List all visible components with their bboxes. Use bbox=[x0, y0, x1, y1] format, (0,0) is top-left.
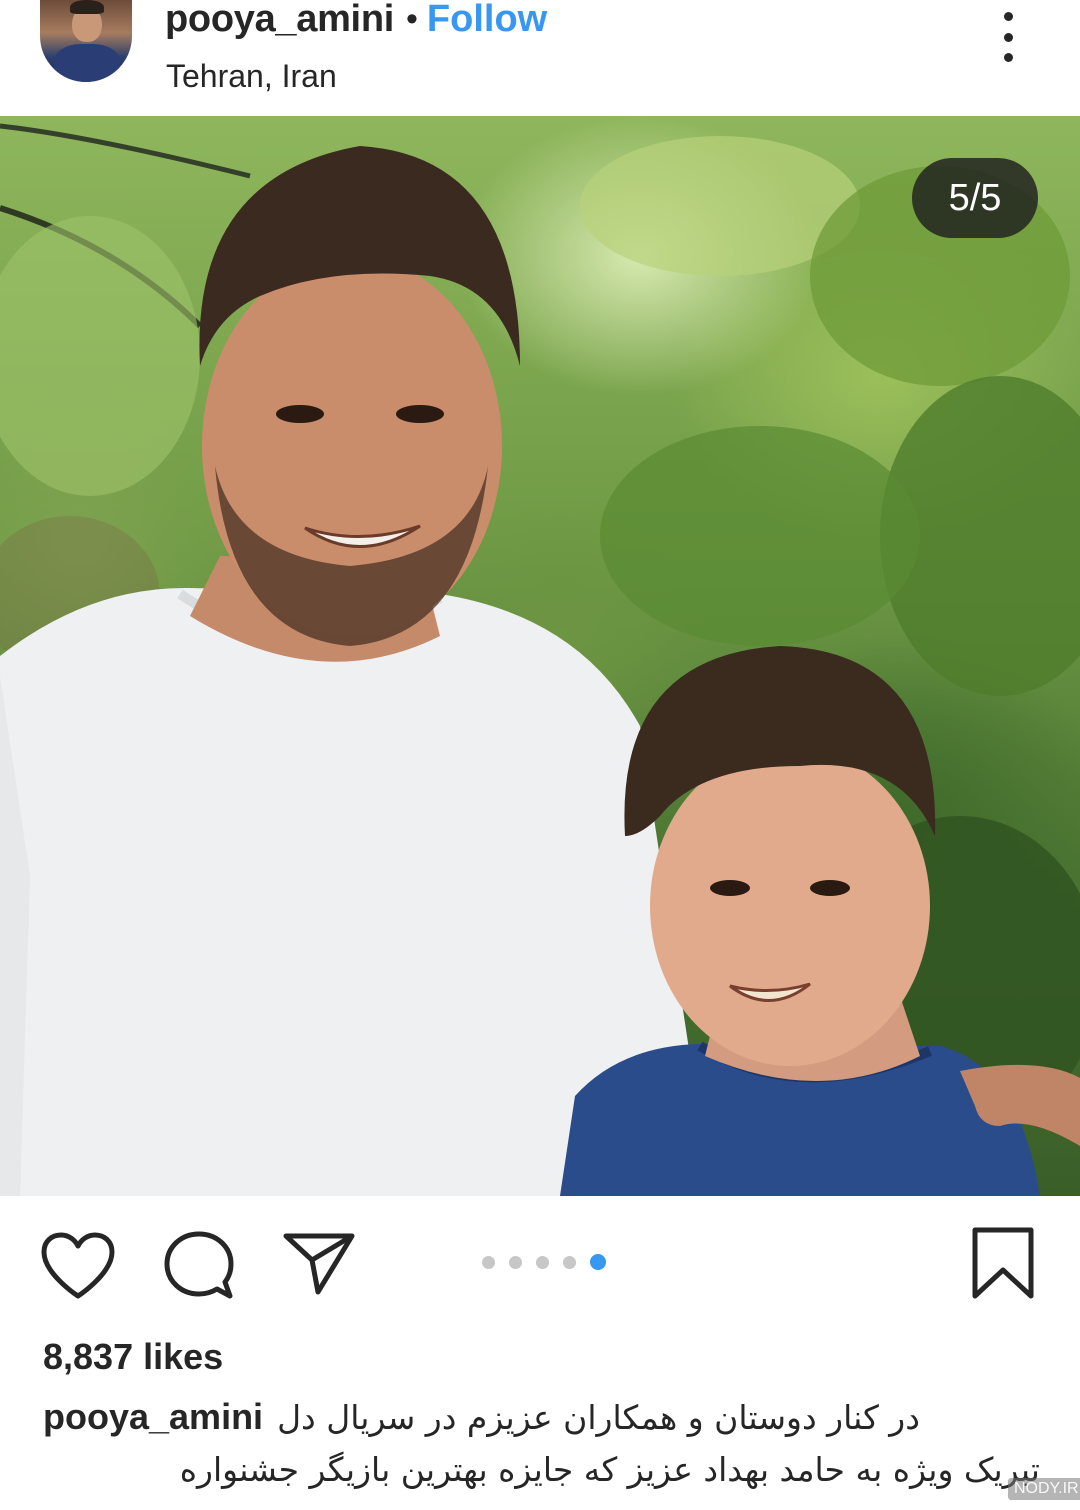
post-photo[interactable]: 5/5 bbox=[0, 116, 1080, 1196]
user-line: pooya_amini • Follow bbox=[165, 0, 547, 44]
avatar-shirt bbox=[54, 44, 120, 82]
boy-eye bbox=[810, 880, 850, 896]
branch bbox=[0, 123, 251, 179]
caption-line-2: تبریک ویژه به حامد بهداد عزیز که جایزه ب… bbox=[179, 1450, 1040, 1489]
foliage bbox=[0, 216, 200, 496]
likes-count[interactable]: 8,837 likes bbox=[43, 1336, 223, 1378]
carousel-dot-active bbox=[590, 1254, 606, 1270]
carousel-dot bbox=[509, 1255, 522, 1269]
caption-username[interactable]: pooya_amini bbox=[43, 1396, 263, 1437]
avatar[interactable] bbox=[40, 0, 132, 82]
avatar-hair bbox=[70, 0, 104, 14]
action-bar bbox=[0, 1196, 1080, 1326]
boy-face bbox=[650, 746, 930, 1066]
heart-icon[interactable] bbox=[40, 1232, 116, 1300]
carousel-dot bbox=[563, 1255, 576, 1269]
boy-eye bbox=[710, 880, 750, 896]
photo-counter: 5/5 bbox=[912, 158, 1038, 238]
foliage bbox=[600, 426, 920, 646]
man-eye bbox=[396, 405, 444, 423]
location[interactable]: Tehran, Iran bbox=[166, 58, 337, 95]
more-dot bbox=[1003, 12, 1013, 21]
photo-illustration bbox=[0, 123, 1080, 1196]
carousel-dot bbox=[482, 1255, 495, 1269]
more-dot bbox=[1003, 32, 1013, 42]
follow-button[interactable]: Follow bbox=[427, 0, 547, 41]
more-options-icon[interactable] bbox=[990, 12, 1026, 62]
carousel-dot bbox=[536, 1255, 549, 1269]
more-dot bbox=[1003, 53, 1013, 62]
post-header: pooya_amini • Follow Tehran, Iran bbox=[0, 0, 1080, 116]
bookmark-icon[interactable] bbox=[970, 1226, 1036, 1300]
username[interactable]: pooya_amini bbox=[165, 0, 394, 41]
man-eye bbox=[276, 405, 324, 423]
caption-text-1: در کنار دوستان و همکاران عزیزم در سریال … bbox=[277, 1398, 920, 1437]
carousel-dots bbox=[482, 1254, 606, 1270]
separator: • bbox=[406, 0, 418, 38]
caption-line-1: pooya_amini در کنار دوستان و همکاران عزیز… bbox=[43, 1396, 1043, 1448]
comment-icon[interactable] bbox=[162, 1230, 236, 1302]
send-icon[interactable] bbox=[282, 1230, 356, 1296]
watermark: NODY.IR bbox=[1008, 1478, 1080, 1500]
